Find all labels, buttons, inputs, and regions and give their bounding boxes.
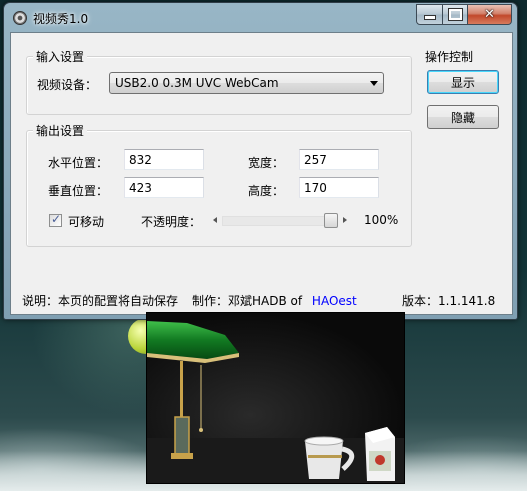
slider-thumb[interactable] [324,213,338,228]
version-label: 版本：1.1.141.8 [402,294,496,308]
webcam-frame-image [147,313,404,483]
horizontal-position-input[interactable] [124,149,204,170]
output-settings-group: 输出设置 水平位置： 宽度： 垂直位置： 高度： ✓ 可移动 不透明度： 100… [26,122,412,247]
output-settings-title: 输出设置 [33,122,88,139]
width-label: 宽度： [248,156,285,170]
window-title: 视频秀1.0 [33,12,89,26]
show-button[interactable]: 显示 [427,70,499,94]
title-bar[interactable]: 视频秀1.0 ✕ [4,3,517,31]
width-input[interactable] [299,149,379,170]
footer-author: 制作：邓斌HADB of HAOest [192,292,357,309]
control-group-title: 操作控制 [425,50,474,64]
movable-label[interactable]: 可移动 [68,213,104,230]
minimize-icon [423,15,436,20]
opacity-value: 100% [364,213,399,227]
opacity-slider[interactable] [210,212,350,229]
app-window: 视频秀1.0 ✕ 输入设置 视频设备： USB2.0 0.3M UVC WebC… [3,2,518,320]
author-link[interactable]: HAOest [312,294,357,308]
vertical-position-label: 垂直位置： [48,184,109,198]
app-icon[interactable] [13,11,27,25]
height-input[interactable] [299,177,379,198]
close-button[interactable]: ✕ [468,4,512,25]
horizontal-position-label: 水平位置： [48,156,109,170]
minimize-button[interactable] [416,4,443,25]
maximize-icon [447,8,463,21]
slider-right-arrow-icon[interactable] [343,217,347,223]
opacity-label: 不透明度： [141,215,202,229]
slider-rail[interactable] [222,216,338,226]
dialog-client-area: 输入设置 视频设备： USB2.0 0.3M UVC WebCam 操作控制 显… [10,32,513,315]
video-device-select[interactable]: USB2.0 0.3M UVC WebCam [109,72,384,94]
height-label: 高度： [248,184,285,198]
check-icon: ✓ [51,212,62,226]
close-icon: ✕ [484,7,495,22]
slider-left-arrow-icon[interactable] [213,217,217,223]
webcam-preview[interactable] [146,312,405,484]
dropdown-arrow-icon [370,81,378,86]
input-settings-group: 输入设置 视频设备： USB2.0 0.3M UVC WebCam [26,48,412,115]
video-device-value: USB2.0 0.3M UVC WebCam [115,76,279,90]
video-device-label: 视频设备： [37,78,98,92]
vertical-position-input[interactable] [124,177,204,198]
movable-checkbox[interactable]: ✓ [49,212,62,227]
maximize-button[interactable] [443,4,468,25]
window-controls: ✕ [416,4,512,25]
input-settings-title: 输入设置 [33,48,88,65]
hide-button[interactable]: 隐藏 [427,105,499,129]
footer-note: 说明：本页的配置将自动保存 [22,294,179,308]
author-prefix: 制作：邓斌HADB of [192,294,303,308]
